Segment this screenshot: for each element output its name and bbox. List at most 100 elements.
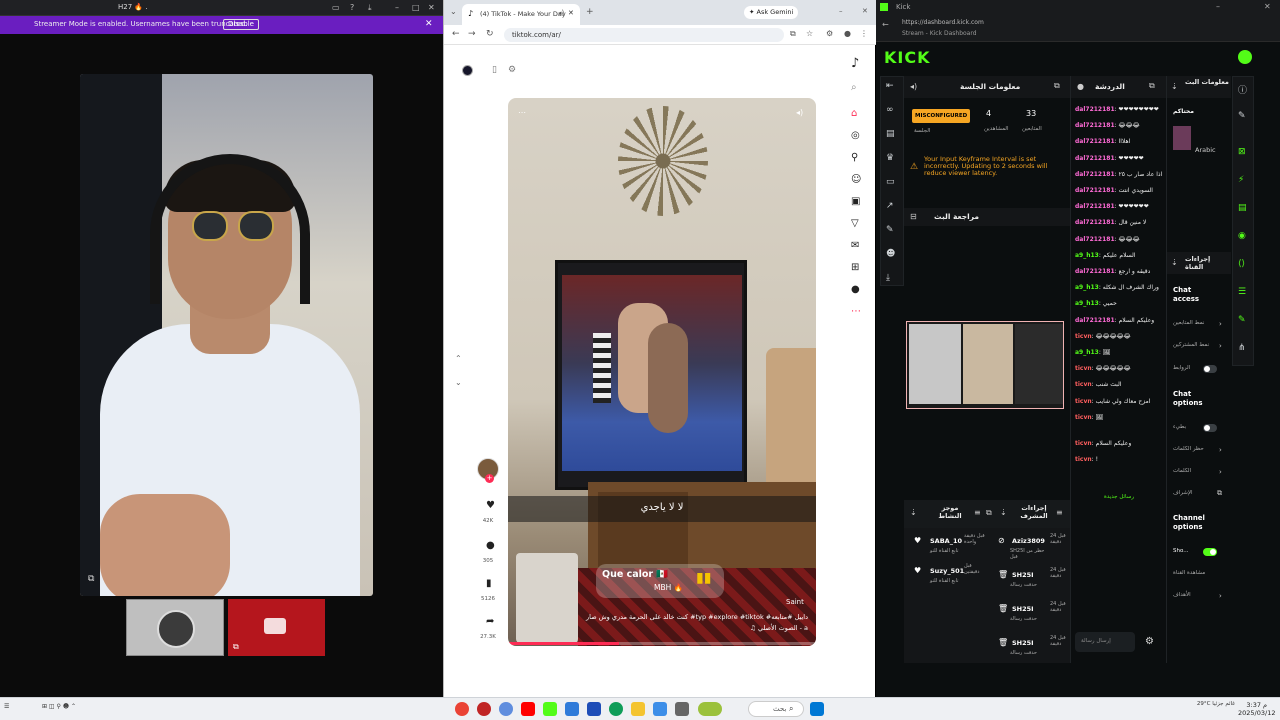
- chat-username[interactable]: dal7212181: [1075, 187, 1115, 194]
- mod-action-user[interactable]: Aziz3809: [1012, 537, 1045, 545]
- gear-icon[interactable]: ⚙: [1145, 636, 1154, 647]
- mod-action-user[interactable]: SH25I: [1012, 639, 1034, 647]
- chart-icon[interactable]: ↗: [886, 201, 894, 211]
- next-video-icon[interactable]: ⌄: [455, 378, 462, 387]
- mod-action-user[interactable]: SH25I: [1012, 571, 1034, 579]
- pin-icon[interactable]: ⇣: [1171, 258, 1178, 267]
- chevron-right-icon[interactable]: ›: [1219, 320, 1222, 328]
- slow-mode-toggle[interactable]: [1203, 424, 1217, 432]
- mod-action-row[interactable]: 🗑 SH25I حذفت رسالة قبل 24 دقيقة: [992, 635, 1068, 668]
- chat-message[interactable]: dal7212181: ❤❤❤❤❤❤❤❤: [1075, 106, 1165, 113]
- extensions-icon[interactable]: ⚙: [826, 29, 833, 38]
- app-icon[interactable]: [587, 702, 601, 716]
- mod-action-row[interactable]: 🗑 SH25I حذفت رسالة قبل 24 دقيقة: [992, 567, 1068, 600]
- filter-icon[interactable]: ≡: [974, 508, 981, 517]
- settings-icon[interactable]: ⚙: [508, 65, 516, 75]
- chat-username[interactable]: a9_h13: [1075, 252, 1099, 259]
- tab-menu-icon[interactable]: ⌄: [450, 7, 457, 16]
- doc-icon[interactable]: ▤: [886, 129, 895, 139]
- chat-username[interactable]: a9_h13: [1075, 300, 1099, 307]
- folder-icon[interactable]: [631, 702, 645, 716]
- chat-message[interactable]: dal7212181: دقيقه و ارجع: [1075, 268, 1165, 275]
- install-icon[interactable]: ⧉: [790, 29, 796, 39]
- back-icon[interactable]: ←: [882, 20, 889, 29]
- following-icon[interactable]: ⚲: [851, 152, 858, 163]
- chat-username[interactable]: dal7212181: [1075, 138, 1115, 145]
- friends-icon[interactable]: ☺: [851, 174, 861, 185]
- option-row[interactable]: الإشراف: [1173, 490, 1193, 496]
- option-row[interactable]: نمط المشتركين: [1173, 342, 1209, 348]
- chat-message[interactable]: dal7212181: السويدي انتت: [1075, 187, 1165, 194]
- user-icon[interactable]: ☻: [886, 249, 895, 259]
- device-icon[interactable]: ▯: [492, 65, 497, 75]
- profile-icon[interactable]: ●: [844, 29, 851, 38]
- video-player[interactable]: ⋯ ◂) لا لا ياجدي Que calor 🇲🇽 MBH 🔥 ▮▮ S…: [508, 98, 816, 646]
- chat-message[interactable]: ticvn: 😂😂😂😂😂: [1075, 365, 1165, 372]
- option-row[interactable]: الروابط: [1173, 365, 1190, 371]
- app-icon[interactable]: [499, 702, 513, 716]
- reload-icon[interactable]: ↻: [486, 29, 494, 39]
- chat-message[interactable]: dal7212181: اذا عاد صار ب ٢٥: [1075, 171, 1165, 178]
- category-tag[interactable]: Arabic: [1195, 146, 1216, 154]
- creator-avatar[interactable]: +: [477, 458, 499, 483]
- popout-icon[interactable]: ⧉: [88, 574, 94, 584]
- activity-row[interactable]: ♥ Suzy_501 تابع القناة للتو قبل دقيقتين: [904, 563, 988, 592]
- activity-user[interactable]: SABA_10: [930, 537, 962, 545]
- bookmark-icon[interactable]: ▮: [486, 578, 492, 589]
- forward-icon[interactable]: →: [468, 29, 476, 39]
- more-icon[interactable]: ⋯: [518, 108, 526, 117]
- close-box-icon[interactable]: ⊠: [1238, 147, 1246, 157]
- clock[interactable]: 3:37 م 2025/03/12: [1238, 701, 1275, 717]
- app-icon[interactable]: [565, 702, 579, 716]
- chat-username[interactable]: dal7212181: [1075, 155, 1115, 162]
- avatar[interactable]: [1238, 50, 1252, 64]
- app-icon[interactable]: [477, 702, 491, 716]
- links-toggle[interactable]: [1203, 365, 1217, 373]
- chat-username[interactable]: ticvn: [1075, 365, 1092, 372]
- chevron-right-icon[interactable]: ›: [1219, 592, 1222, 600]
- popout-icon[interactable]: ⧉: [1149, 81, 1155, 91]
- share-icon[interactable]: ⋔: [1238, 343, 1246, 353]
- chat-message[interactable]: ticvn: 😂😂😂😂😂: [1075, 333, 1165, 340]
- collapse-icon[interactable]: ⇤: [886, 81, 894, 91]
- chat-username[interactable]: dal7212181: [1075, 268, 1115, 275]
- activity-row[interactable]: ♥ SABA_10 تابع القناة للتو قبل دقيقة واحدة: [904, 533, 988, 562]
- popout-icon[interactable]: ⧉: [1054, 81, 1060, 91]
- close-icon[interactable]: ✕: [425, 19, 433, 29]
- chat-message[interactable]: ticvn: البث شنب: [1075, 381, 1165, 388]
- chat-message[interactable]: dal7212181: 😂😂😂: [1075, 236, 1165, 243]
- window-close-button[interactable]: ✕: [862, 7, 868, 15]
- chat-message[interactable]: dal7212181: ❤❤❤❤❤: [1075, 155, 1165, 162]
- window-maximize-button[interactable]: □: [412, 3, 420, 12]
- chat-username[interactable]: dal7212181: [1075, 171, 1115, 178]
- previous-video-icon[interactable]: ⌃: [455, 354, 462, 363]
- volume-icon[interactable]: ◂): [796, 108, 803, 117]
- filter-icon[interactable]: ≡: [1056, 508, 1063, 517]
- flash-icon[interactable]: ⚡: [1238, 175, 1244, 185]
- start-icon[interactable]: [810, 702, 824, 716]
- channel-toggle[interactable]: [1203, 548, 1217, 556]
- pin-icon[interactable]: ⇣: [910, 508, 917, 517]
- popout-icon[interactable]: ⧉: [233, 642, 239, 652]
- search-input[interactable]: ⌕ بحث: [748, 701, 804, 717]
- tool-icon[interactable]: ✎: [886, 225, 894, 235]
- activity-user[interactable]: Suzy_501: [930, 567, 964, 575]
- window-minimize-button[interactable]: –: [839, 7, 843, 15]
- option-row[interactable]: بطيء: [1173, 424, 1186, 430]
- record-dot-icon[interactable]: [462, 65, 473, 76]
- tab-title[interactable]: Kick: [896, 3, 910, 11]
- disable-button[interactable]: Disable: [223, 19, 259, 30]
- mod-action-user[interactable]: SH25I: [1012, 605, 1034, 613]
- app-icon[interactable]: [675, 702, 689, 716]
- chat-username[interactable]: dal7212181: [1075, 236, 1115, 243]
- trophy-icon[interactable]: ♛: [886, 153, 894, 163]
- chevron-right-icon[interactable]: ›: [1219, 446, 1222, 454]
- heart-icon[interactable]: ♥: [486, 500, 495, 511]
- back-icon[interactable]: ←: [452, 29, 460, 39]
- chat-message[interactable]: dal7212181: ❤❤❤❤❤❤: [1075, 203, 1165, 210]
- video-progress[interactable]: [508, 642, 816, 645]
- chat-message[interactable]: dal7212181: اهلااا: [1075, 138, 1165, 145]
- option-row[interactable]: الكلمات: [1173, 468, 1191, 474]
- more-icon[interactable]: ⋯: [851, 306, 861, 317]
- caption-music[interactable]: ♫ الصوت الأصلي - a: [516, 623, 808, 634]
